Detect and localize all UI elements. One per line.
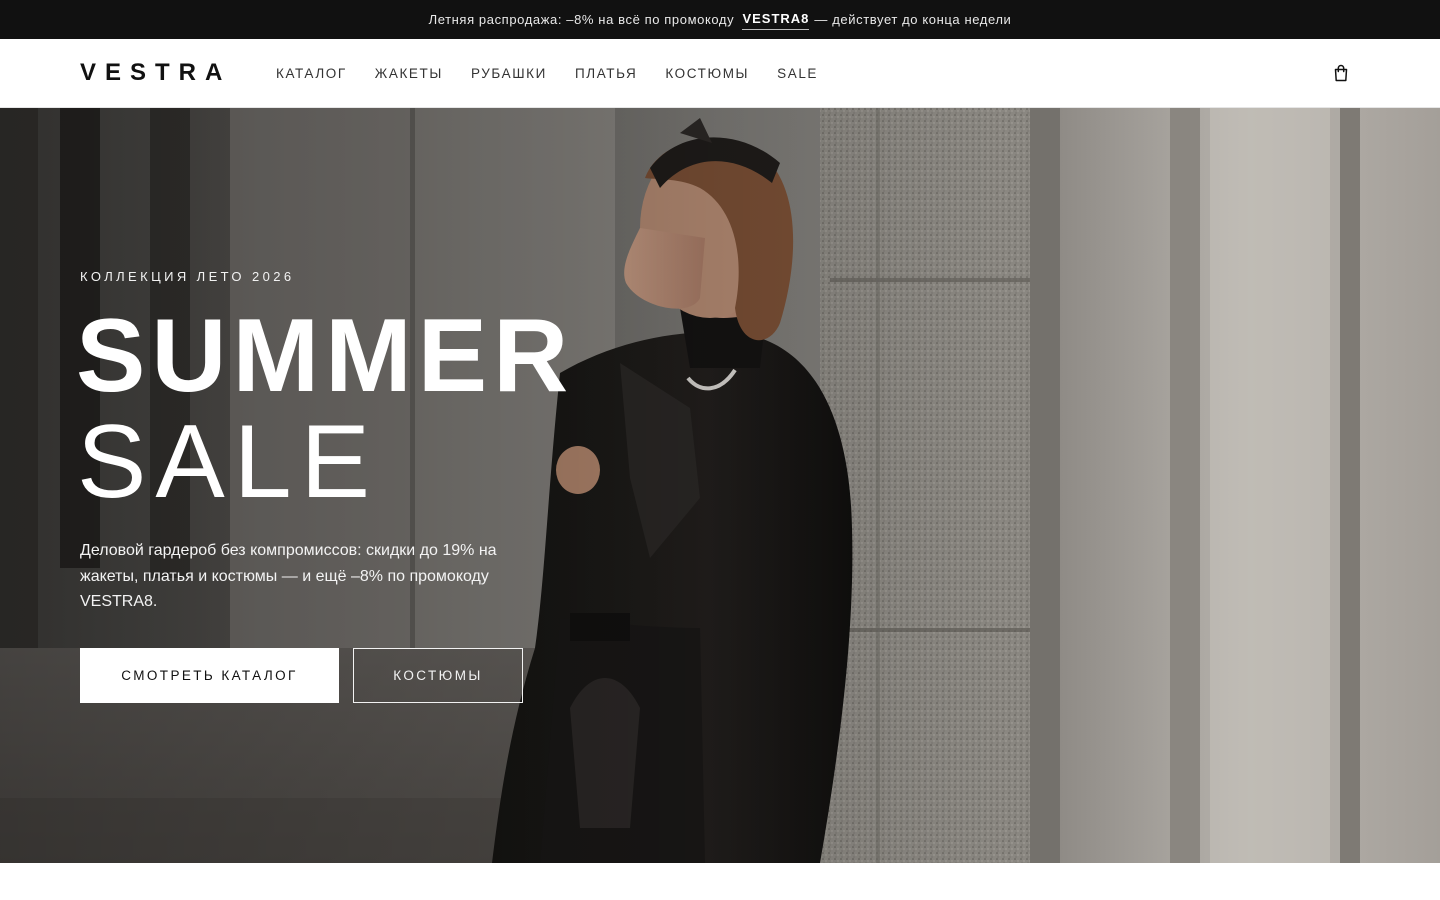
nav-item-shirts[interactable]: РУБАШКИ	[471, 66, 547, 81]
announcement-bar: Летняя распродажа: –8% на всё по промоко…	[0, 0, 1440, 39]
nav-item-jackets[interactable]: ЖАКЕТЫ	[375, 66, 443, 81]
main-nav: КАТАЛОГ ЖАКЕТЫ РУБАШКИ ПЛАТЬЯ КОСТЮМЫ SA…	[276, 66, 818, 81]
announcement-text: Летняя распродажа: –8% на всё по промоко…	[428, 12, 735, 27]
logo[interactable]: VESTRA	[80, 61, 276, 85]
hero-title-line1: SUMMER	[76, 298, 575, 414]
shopping-bag-icon	[1334, 64, 1348, 82]
hero-content: КОЛЛЕКЦИЯ ЛЕТО 2026 SUMMER SALE Деловой …	[76, 108, 640, 863]
site-header: VESTRA КАТАЛОГ ЖАКЕТЫ РУБАШКИ ПЛАТЬЯ КОС…	[0, 39, 1440, 108]
suits-button[interactable]: КОСТЮМЫ	[353, 648, 523, 703]
nav-item-sale[interactable]: SALE	[777, 66, 818, 81]
announcement-suffix: — действует до конца недели	[814, 12, 1012, 27]
hero-title-line2: SALE	[77, 404, 379, 520]
nav-item-catalog[interactable]: КАТАЛОГ	[276, 66, 347, 81]
hero-eyebrow: КОЛЛЕКЦИЯ ЛЕТО 2026	[80, 269, 295, 284]
hero-description: Деловой гардероб без компромиссов: скидк…	[80, 542, 497, 610]
promo-code[interactable]: VESTRA8	[742, 11, 810, 30]
nav-item-suits[interactable]: КОСТЮМЫ	[665, 66, 749, 81]
hero-banner: КОЛЛЕКЦИЯ ЛЕТО 2026 SUMMER SALE Деловой …	[0, 108, 1440, 863]
view-catalog-button[interactable]: СМОТРЕТЬ КАТАЛОГ	[80, 648, 339, 703]
nav-item-dresses[interactable]: ПЛАТЬЯ	[575, 66, 637, 81]
cart-button[interactable]	[1328, 60, 1354, 86]
